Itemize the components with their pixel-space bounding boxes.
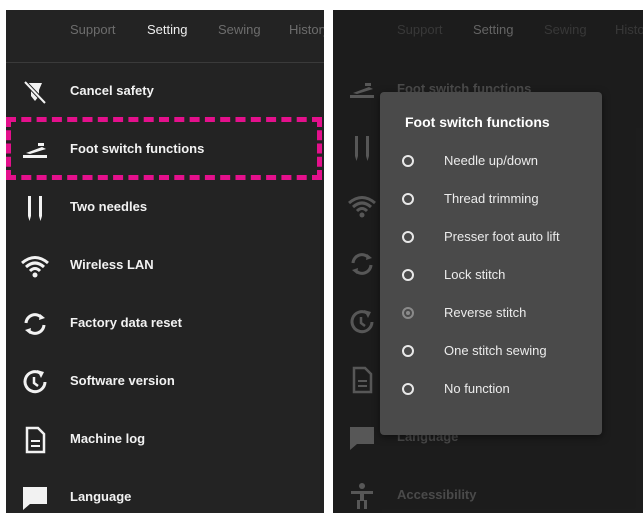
settings-item-factory-reset[interactable]: Factory data reset [6, 296, 324, 352]
wifi-icon [20, 251, 50, 281]
settings-item-label: Software version [70, 373, 175, 388]
radio-button-selected[interactable] [402, 307, 414, 319]
option-presser-foot-auto-lift[interactable]: Presser foot auto lift [380, 220, 602, 258]
option-label: One stitch sewing [444, 343, 547, 358]
settings-item-wireless-lan[interactable]: Wireless LAN [6, 238, 324, 294]
two-needles-icon [20, 193, 50, 223]
settings-item-machine-log[interactable]: Machine log [6, 412, 324, 468]
settings-item-label: Language [70, 489, 132, 504]
settings-item-cancel-safety[interactable]: Cancel safety [6, 64, 324, 120]
foot-switch-icon [20, 135, 50, 165]
settings-screen-right: Support Setting Sewing History Foot swit… [333, 10, 643, 513]
machine-log-icon [20, 425, 50, 455]
settings-item-label: Factory data reset [70, 315, 182, 330]
option-reverse-stitch[interactable]: Reverse stitch [380, 296, 602, 334]
option-one-stitch-sewing[interactable]: One stitch sewing [380, 334, 602, 372]
software-version-icon [20, 367, 50, 397]
settings-item-language[interactable]: Language [6, 470, 324, 513]
tab-sewing[interactable]: Sewing [218, 22, 261, 37]
foot-switch-dialog: Foot switch functions Needle up/down Thr… [380, 92, 602, 435]
settings-item-software-version[interactable]: Software version [6, 354, 324, 410]
reset-icon [20, 309, 50, 339]
option-label: Thread trimming [444, 191, 539, 206]
option-label: No function [444, 381, 510, 396]
settings-item-two-needles[interactable]: Two needles [6, 180, 324, 236]
radio-button[interactable] [402, 231, 414, 243]
option-label: Reverse stitch [444, 305, 527, 320]
tab-support[interactable]: Support [70, 22, 116, 37]
option-thread-trimming[interactable]: Thread trimming [380, 182, 602, 220]
language-icon [20, 483, 50, 513]
radio-button[interactable] [402, 269, 414, 281]
settings-item-foot-switch[interactable]: Foot switch functions [6, 122, 324, 178]
settings-screen-left: Support Setting Sewing History Cancel sa… [6, 10, 324, 513]
radio-button[interactable] [402, 345, 414, 357]
tab-history[interactable]: History [289, 22, 324, 37]
settings-item-label: Cancel safety [70, 83, 154, 98]
tab-bar: Support Setting Sewing History [6, 10, 324, 50]
option-lock-stitch[interactable]: Lock stitch [380, 258, 602, 296]
tab-setting[interactable]: Setting [147, 22, 187, 37]
radio-button[interactable] [402, 383, 414, 395]
option-needle-up-down[interactable]: Needle up/down [380, 144, 602, 182]
option-label: Needle up/down [444, 153, 538, 168]
safety-cancel-icon [20, 77, 50, 107]
settings-item-label: Two needles [70, 199, 148, 214]
option-label: Lock stitch [444, 267, 506, 282]
settings-item-label: Machine log [70, 431, 146, 446]
radio-button[interactable] [402, 155, 414, 167]
radio-button[interactable] [402, 193, 414, 205]
option-no-function[interactable]: No function [380, 372, 602, 410]
settings-item-label: Foot switch functions [70, 141, 205, 156]
option-label: Presser foot auto lift [444, 229, 560, 244]
tab-divider [6, 62, 324, 63]
dialog-title: Foot switch functions [405, 114, 550, 130]
settings-item-label: Wireless LAN [70, 257, 154, 272]
